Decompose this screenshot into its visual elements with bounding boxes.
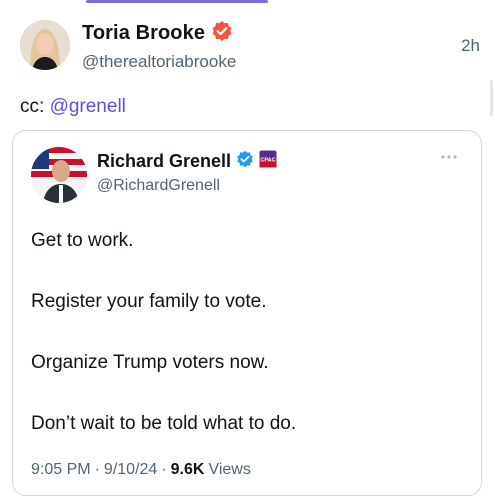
quoted-post-header: Richard Grenell CPAC @RichardGrenell	[31, 145, 461, 207]
views-label: Views	[208, 461, 251, 478]
verified-badge-icon	[211, 20, 233, 47]
quoted-author-block: Richard Grenell CPAC @RichardGrenell	[97, 149, 277, 195]
more-options-icon[interactable]	[437, 147, 461, 167]
quoted-post-line: Organize Trump voters now.	[31, 352, 269, 373]
quoted-author-name-row: Richard Grenell CPAC	[97, 149, 277, 173]
verified-badge-icon	[236, 150, 254, 173]
meta-date[interactable]: 9/10/24	[104, 461, 157, 479]
meta-separator: ·	[94, 461, 100, 478]
post-text-prefix: cc:	[20, 96, 50, 117]
affiliate-badge-icon[interactable]: CPAC	[259, 150, 277, 173]
views-count[interactable]: 9.6K	[171, 461, 205, 479]
affiliate-badge-text: CPAC	[260, 157, 275, 163]
quoted-author-name[interactable]: Richard Grenell	[97, 151, 231, 172]
quoted-post-line: Register your family to vote.	[31, 291, 267, 312]
meta-separator: ·	[161, 461, 167, 478]
author-name-row: Toria Brooke	[82, 20, 236, 46]
quoted-author-handle[interactable]: @RichardGrenell	[97, 177, 277, 195]
mention-link[interactable]: @grenell	[50, 96, 126, 117]
quoted-post-text: Get to work. Register your family to vot…	[31, 229, 461, 436]
author-name[interactable]: Toria Brooke	[82, 22, 205, 45]
quoted-post-line: Get to work.	[31, 230, 134, 251]
meta-time[interactable]: 9:05 PM	[31, 461, 91, 479]
author-handle[interactable]: @therealtoriabrooke	[82, 52, 236, 72]
quoted-post-card[interactable]: Richard Grenell CPAC @RichardGrenell Get…	[12, 130, 482, 496]
post-timestamp[interactable]: 2h	[461, 36, 480, 56]
post: Toria Brooke @therealtoriabrooke 2h cc: …	[0, 0, 495, 500]
quoted-post-line: Don’t wait to be told what to do.	[31, 413, 297, 434]
author-avatar[interactable]	[20, 20, 70, 70]
post-header: Toria Brooke @therealtoriabrooke 2h	[20, 16, 480, 76]
quoted-author-avatar[interactable]	[31, 147, 87, 203]
post-text: cc: @grenell	[20, 96, 126, 118]
author-block: Toria Brooke @therealtoriabrooke	[82, 20, 236, 72]
quoted-post-meta: 9:05 PM · 9/10/24 · 9.6K Views	[31, 461, 251, 479]
